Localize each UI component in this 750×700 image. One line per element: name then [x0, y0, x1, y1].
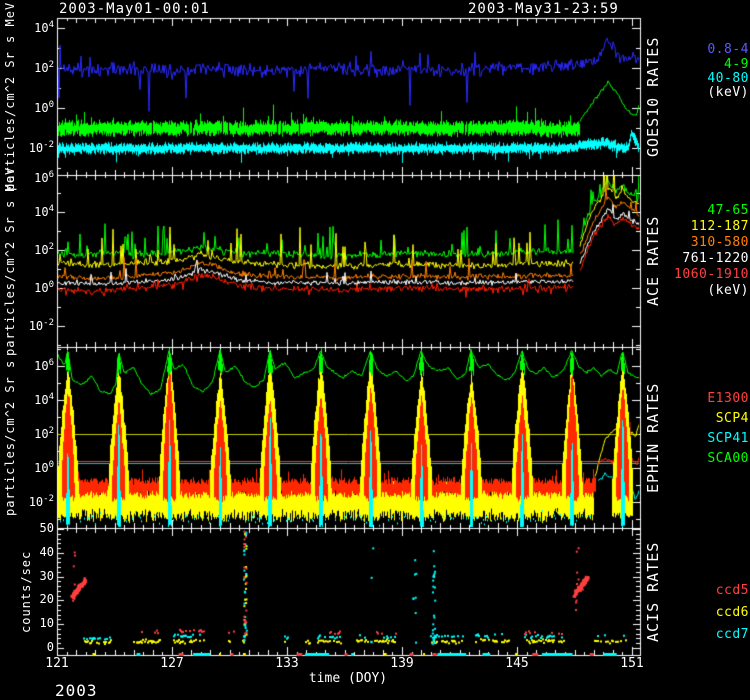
- y-tick-label: 102: [0, 426, 54, 441]
- y-tick-label: 10-2: [0, 494, 54, 509]
- y-tick-label: 10-2: [0, 140, 54, 155]
- y-tick-label: 0: [0, 640, 54, 654]
- y-tick-label: 100: [0, 280, 54, 295]
- x-tick-label: 139: [378, 656, 426, 671]
- y-tick-label: 30: [0, 569, 54, 583]
- y-tick-label: 20: [0, 592, 54, 606]
- y-tick-label: 104: [0, 20, 54, 35]
- x-tick-label: 121: [33, 656, 81, 671]
- legend-47-65: 47-65: [707, 203, 749, 218]
- y-tick-label: 10-2: [0, 318, 54, 333]
- y-tick-label: 106: [0, 358, 54, 373]
- y-tick-label: 10: [0, 616, 54, 630]
- title-start-date: 2003-May01-00:01: [59, 1, 210, 17]
- legend-ccd7: ccd7: [716, 627, 749, 642]
- x-tick-label: 145: [493, 656, 541, 671]
- legend-112-187: 112-187: [691, 219, 749, 234]
- y-tick-label: 106: [0, 170, 54, 185]
- y-tick-label: 100: [0, 100, 54, 115]
- legend-0-8-4: 0.8-4: [707, 42, 749, 57]
- legend-40-80: 40-80: [707, 71, 749, 86]
- y-tick-label: 102: [0, 60, 54, 75]
- legend-sca00: SCA00: [707, 451, 749, 466]
- title-end-date: 2003-May31-23:59: [468, 1, 619, 17]
- plot-canvas: [0, 0, 750, 700]
- y-tick-label: 40: [0, 545, 54, 559]
- x-tick-label: 127: [148, 656, 196, 671]
- multi-panel-particle-rates-plot: 2003-May01-00:01 2003-May31-23:59 partic…: [0, 0, 750, 700]
- x-tick-label: 133: [263, 656, 311, 671]
- x-tick-label: 151: [608, 656, 656, 671]
- y-tick-label: 100: [0, 460, 54, 475]
- y-tick-label: 102: [0, 242, 54, 257]
- x-axis-year: 2003: [55, 681, 98, 700]
- legend-scp4: SCP4: [716, 411, 749, 426]
- legend-e1300: E1300: [707, 391, 749, 406]
- legend--kev-: (keV): [707, 85, 749, 100]
- legend-761-1220: 761-1220: [682, 251, 749, 266]
- panel-title-ace-rates: ACE RATES: [644, 175, 662, 347]
- legend-ccd5: ccd5: [716, 583, 749, 598]
- panel-title-goes10-rates: GOES10 RATES: [644, 18, 662, 175]
- legend-4-9: 4-9: [724, 57, 749, 72]
- legend-310-580: 310-580: [691, 235, 749, 250]
- legend--kev-: (keV): [707, 283, 749, 298]
- y-tick-label: 50: [0, 521, 54, 535]
- legend-ccd6: ccd6: [716, 605, 749, 620]
- legend-scp41: SCP41: [707, 431, 749, 446]
- panel-title-ephin-rates: EPHIN RATES: [644, 347, 662, 528]
- panel-title-acis-rates: ACIS RATES: [644, 528, 662, 655]
- x-axis-label: time (DOY): [268, 671, 428, 686]
- legend-1060-1910: 1060-1910: [674, 267, 749, 282]
- y-tick-label: 104: [0, 204, 54, 219]
- y-tick-label: 104: [0, 392, 54, 407]
